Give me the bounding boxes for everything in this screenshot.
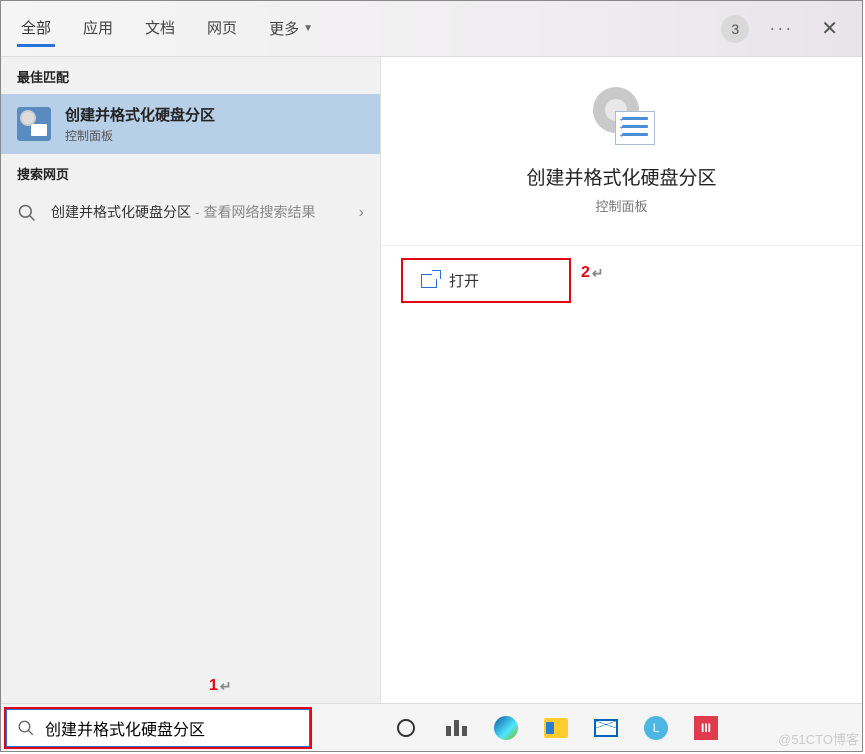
- close-button[interactable]: ✕: [813, 12, 846, 45]
- tab-more-label: 更多: [269, 18, 299, 39]
- web-search-item[interactable]: 创建并格式化硬盘分区 - 查看网络搜索结果 ›: [1, 191, 380, 235]
- rewards-badge[interactable]: 3: [721, 15, 749, 43]
- annotation-1: 1↵: [209, 677, 232, 695]
- options-button[interactable]: ···: [769, 18, 793, 39]
- tab-all[interactable]: 全部: [17, 11, 55, 47]
- todoist-icon[interactable]: III: [691, 713, 721, 743]
- annotation-2: 2↵: [581, 264, 604, 282]
- mail-icon[interactable]: [591, 713, 621, 743]
- best-match-title: 创建并格式化硬盘分区: [65, 104, 215, 125]
- search-icon: [17, 719, 35, 737]
- detail-panel: 创建并格式化硬盘分区 控制面板 打开 2↵: [381, 57, 862, 703]
- tab-more[interactable]: 更多 ▼: [265, 11, 317, 47]
- search-icon: [17, 203, 37, 223]
- results-panel: 最佳匹配 创建并格式化硬盘分区 控制面板 搜索网页 创建并格式化硬盘分区 - 查…: [1, 57, 381, 703]
- taskbar: L III: [1, 703, 862, 751]
- detail-subtitle: 控制面板: [595, 196, 647, 215]
- file-explorer-icon[interactable]: [541, 713, 571, 743]
- chevron-right-icon[interactable]: ›: [359, 204, 364, 222]
- edge-icon[interactable]: [491, 713, 521, 743]
- tab-docs[interactable]: 文档: [141, 11, 179, 47]
- app-l-icon[interactable]: L: [641, 713, 671, 743]
- task-view-icon[interactable]: [441, 713, 471, 743]
- control-panel-icon: [17, 107, 51, 141]
- best-match-header: 最佳匹配: [1, 57, 380, 94]
- web-search-header: 搜索网页: [1, 154, 380, 191]
- watermark: @51CTO博客: [778, 729, 859, 748]
- detail-app-icon: [587, 87, 657, 147]
- web-search-text: 创建并格式化硬盘分区 - 查看网络搜索结果: [51, 203, 345, 223]
- detail-title: 创建并格式化硬盘分区: [526, 163, 716, 190]
- open-button[interactable]: 打开: [401, 258, 571, 303]
- best-match-subtitle: 控制面板: [65, 127, 215, 144]
- search-box[interactable]: [5, 708, 311, 748]
- titlebar: 全部 应用 文档 网页 更多 ▼ 3 ··· ✕: [1, 1, 862, 57]
- chevron-down-icon: ▼: [303, 23, 313, 34]
- cortana-icon[interactable]: [391, 713, 421, 743]
- search-input[interactable]: [45, 719, 299, 737]
- best-match-item[interactable]: 创建并格式化硬盘分区 控制面板: [1, 94, 380, 154]
- tab-web[interactable]: 网页: [203, 11, 241, 47]
- open-label: 打开: [449, 270, 479, 291]
- open-icon: [421, 274, 437, 288]
- search-tabs: 全部 应用 文档 网页 更多 ▼: [17, 11, 721, 47]
- tab-apps[interactable]: 应用: [79, 11, 117, 47]
